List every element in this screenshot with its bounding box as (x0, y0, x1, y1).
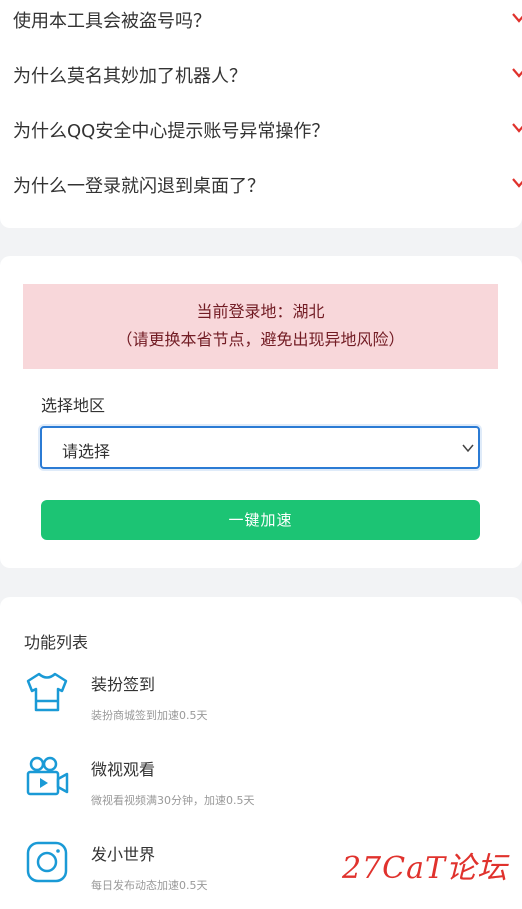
region-label: 选择地区 (41, 396, 106, 415)
faq-item[interactable]: 为什么QQ安全中心提示账号异常操作？ (13, 117, 522, 147)
feature-card: 功能列表 装扮签到 装扮商城签到加速0.5天 微视观看 微视看视频满30分钟，加… (0, 597, 522, 909)
feature-name: 微视观看 (91, 760, 156, 779)
faq-question: 使用本工具会被盗号吗？ (13, 11, 211, 32)
faq-item[interactable]: 为什么一登录就闪退到桌面了？ (13, 172, 522, 202)
faq-item[interactable]: 为什么莫名其妙加了机器人？ (13, 62, 522, 92)
camera-icon (26, 841, 68, 883)
faq-card: 使用本工具会被盗号吗？ 为什么莫名其妙加了机器人？ 为什么QQ安全中心提示账号异… (0, 0, 522, 228)
chevron-down-icon (512, 13, 522, 23)
feature-name: 发小世界 (91, 845, 156, 864)
faq-question: 为什么一登录就闪退到桌面了？ (13, 176, 265, 197)
accelerate-button[interactable]: 一键加速 (41, 500, 480, 540)
alert-warning: （请更换本省节点，避免出现异地风险） (116, 330, 405, 349)
faq-question: 为什么QQ安全中心提示账号异常操作？ (13, 121, 330, 142)
feature-description: 微视看视频满30分钟，加速0.5天 (91, 794, 255, 807)
faq-item[interactable]: 使用本工具会被盗号吗？ (13, 7, 522, 37)
chevron-down-icon (512, 123, 522, 133)
region-card: 当前登录地：湖北 （请更换本省节点，避免出现异地风险） 选择地区 请选择 一键加… (0, 256, 522, 568)
feature-list-title: 功能列表 (24, 633, 89, 652)
feature-item[interactable]: 装扮签到 装扮商城签到加速0.5天 (24, 669, 494, 729)
shirt-icon (26, 672, 68, 712)
chevron-down-icon (512, 178, 522, 188)
feature-item[interactable]: 微视观看 微视看视频满30分钟，加速0.5天 (24, 754, 494, 814)
feature-name: 装扮签到 (91, 675, 156, 694)
location-alert: 当前登录地：湖北 （请更换本省节点，避免出现异地风险） (23, 284, 498, 369)
forum-watermark: 27CaT论坛 (341, 851, 508, 886)
region-select[interactable]: 请选择 (40, 426, 480, 469)
faq-question: 为什么莫名其妙加了机器人？ (13, 66, 247, 87)
alert-location: 当前登录地：湖北 (196, 302, 325, 321)
chevron-down-icon (512, 68, 522, 78)
video-camera-icon (26, 756, 69, 796)
feature-description: 每日发布动态加速0.5天 (91, 879, 208, 892)
feature-description: 装扮商城签到加速0.5天 (91, 709, 208, 722)
chevron-down-icon (462, 444, 474, 453)
region-select-value: 请选择 (62, 442, 111, 461)
